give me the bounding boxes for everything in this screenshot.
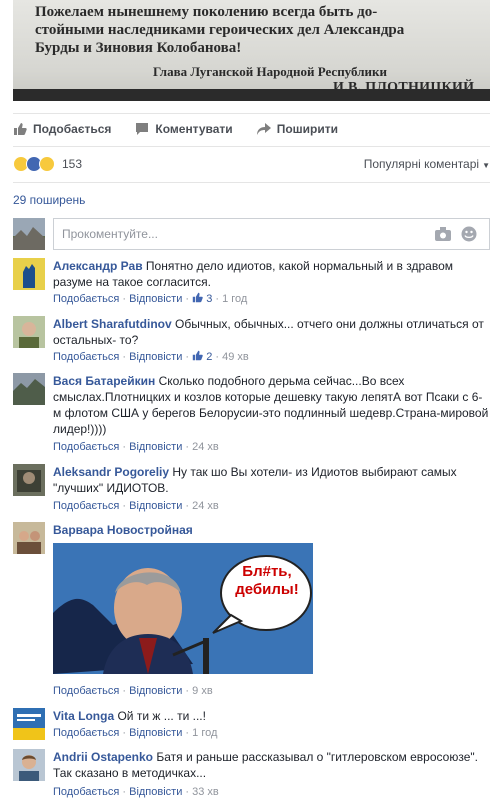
avatar[interactable] xyxy=(13,522,45,554)
comment-reply-link[interactable]: Відповісти xyxy=(129,500,182,512)
comment-body: Aleksandr Pogoreliy Ну так шо Вы хотели-… xyxy=(53,464,490,496)
comment-reply-link[interactable]: Відповісти xyxy=(129,727,182,739)
comment-likes-count[interactable]: 2 xyxy=(192,350,213,363)
comment-reply-link[interactable]: Відповісти xyxy=(129,786,182,798)
comment-sort-dropdown[interactable]: Популярні коментарі ▼ xyxy=(364,157,490,171)
comment-meta: Подобається · Відповісти · 1 год xyxy=(53,727,218,739)
comment-reply-link[interactable]: Відповісти xyxy=(129,685,182,697)
wow-reaction-icon[interactable] xyxy=(39,156,55,172)
comment-item: Andrii Ostapenko Батя и раньше рассказыв… xyxy=(13,749,490,802)
comment-time[interactable]: 1 год xyxy=(192,727,217,739)
comment-time[interactable]: 24 хв xyxy=(192,500,219,512)
comment-like-link[interactable]: Подобається xyxy=(53,727,119,739)
comment-time[interactable]: 9 хв xyxy=(192,685,213,697)
current-user-avatar[interactable] xyxy=(13,218,45,250)
comment-like-link[interactable]: Подобається xyxy=(53,351,119,363)
post-image-line-2: стойными наследниками героических дел Ал… xyxy=(35,22,405,38)
comment-input[interactable]: Прокоментуйте... xyxy=(53,218,490,250)
thumbs-up-icon xyxy=(192,292,203,303)
comment-icon xyxy=(136,123,149,135)
comment-body: Варвара Новостройная xyxy=(53,522,490,538)
comment-time[interactable]: 33 хв xyxy=(192,786,219,798)
comment-like-link[interactable]: Подобається xyxy=(53,293,119,305)
post-image-line-3: Бурды и Зиновия Колобанова! xyxy=(35,40,242,56)
comment-time[interactable]: 24 хв xyxy=(192,441,219,453)
comment-reply-link[interactable]: Відповісти xyxy=(129,441,182,453)
comment-meta: Подобається · Відповісти · 24 хв xyxy=(53,441,219,453)
comment-meta: Подобається · Відповісти · 3 · 1 год xyxy=(53,292,248,305)
avatar[interactable] xyxy=(13,708,45,740)
comment-item: Albert Sharafutdinov Обычных, обычных...… xyxy=(13,316,490,368)
comment-meta: Подобається · Відповісти · 33 хв xyxy=(53,786,219,798)
comment-author[interactable]: Варвара Новостройная xyxy=(53,523,193,537)
comment-composer: Прокоментуйте... xyxy=(13,218,490,250)
comment-likes-number: 2 xyxy=(206,351,213,363)
comment-sort-label: Популярні коментарі xyxy=(363,157,480,171)
post-image[interactable]: Пожелаем нынешнему поколению всегда быть… xyxy=(13,0,490,101)
comment-body: Вася Батарейкин Сколько подобного дерьма… xyxy=(53,373,490,437)
comment-item: Вася Батарейкин Сколько подобного дерьма… xyxy=(13,373,490,457)
comment-time[interactable]: 1 год xyxy=(222,293,247,305)
avatar[interactable] xyxy=(13,373,45,405)
comment-like-link[interactable]: Подобається xyxy=(53,441,119,453)
camera-icon[interactable] xyxy=(435,227,451,241)
post-image-bottom-edge xyxy=(13,89,490,101)
like-button[interactable]: Подобається xyxy=(13,116,111,142)
comment-body: Александр Рав Понятно дело идиотов, како… xyxy=(53,258,490,290)
comment-likes-count[interactable]: 3 xyxy=(192,292,213,305)
comment-like-link[interactable]: Подобається xyxy=(53,685,119,697)
comment-attached-image[interactable]: Бл#ть, дебилы! xyxy=(53,543,313,674)
comment-reply-link[interactable]: Відповісти xyxy=(129,351,182,363)
comment-meta: Подобається · Відповісти · 24 хв xyxy=(53,500,219,512)
share-button[interactable]: Поширити xyxy=(256,116,338,142)
comment-author[interactable]: Albert Sharafutdinov xyxy=(53,317,172,331)
comment-body: Vita Longa Ой ти ж ... ти ...! xyxy=(53,708,490,724)
comment-author[interactable]: Александр Рав xyxy=(53,259,143,273)
comment-meta: Подобається · Відповісти · 9 хв xyxy=(53,685,213,697)
reactions-row: 153 Популярні коментарі ▼ xyxy=(13,155,490,173)
thumbs-up-icon xyxy=(14,123,27,135)
meme-speech-bubble-text: Бл#ть, дебилы! xyxy=(235,563,299,598)
comment-button[interactable]: Коментувати xyxy=(135,116,233,142)
avatar[interactable] xyxy=(13,258,45,290)
avatar[interactable] xyxy=(13,749,45,781)
reactions-count[interactable]: 153 xyxy=(62,157,82,171)
smiley-icon[interactable] xyxy=(461,226,477,242)
comment-time[interactable]: 49 хв xyxy=(222,351,249,363)
avatar[interactable] xyxy=(13,464,45,496)
like-button-label: Подобається xyxy=(33,122,112,136)
shares-count-link[interactable]: 29 поширень xyxy=(13,193,85,207)
comment-body: Albert Sharafutdinov Обычных, обычных...… xyxy=(53,316,490,348)
comment-like-link[interactable]: Подобається xyxy=(53,786,119,798)
share-button-label: Поширити xyxy=(276,122,338,136)
comment-meta: Подобається · Відповісти · 2 · 49 хв xyxy=(53,350,249,363)
comment-input-placeholder: Прокоментуйте... xyxy=(62,227,158,241)
post-action-bar: Подобається Коментувати Поширити xyxy=(13,116,490,142)
comment-text: Ой ти ж ... ти ...! xyxy=(117,709,206,723)
caret-down-icon: ▼ xyxy=(482,161,490,170)
comment-author[interactable]: Вася Батарейкин xyxy=(53,374,155,388)
post-image-signature-title: Глава Луганской Народной Республики xyxy=(153,64,387,79)
comment-item: Vita Longa Ой ти ж ... ти ...! Подобаєть… xyxy=(13,708,490,746)
comment-button-label: Коментувати xyxy=(155,122,233,136)
comment-author[interactable]: Andrii Ostapenko xyxy=(53,750,153,764)
divider xyxy=(13,146,490,147)
thumbs-up-icon xyxy=(192,350,203,361)
share-arrow-icon xyxy=(256,123,271,135)
comment-author[interactable]: Vita Longa xyxy=(53,709,114,723)
comment-body: Andrii Ostapenko Батя и раньше рассказыв… xyxy=(53,749,490,781)
comment-like-link[interactable]: Подобається xyxy=(53,500,119,512)
divider xyxy=(13,113,490,114)
comment-reply-link[interactable]: Відповісти xyxy=(129,293,182,305)
post-image-line-1: Пожелаем нынешнему поколению всегда быть… xyxy=(35,4,378,20)
comment-item: Aleksandr Pogoreliy Ну так шо Вы хотели-… xyxy=(13,464,490,514)
avatar[interactable] xyxy=(13,316,45,348)
divider xyxy=(13,182,490,183)
comment-likes-number: 3 xyxy=(206,293,213,305)
comment-author[interactable]: Aleksandr Pogoreliy xyxy=(53,465,169,479)
comment-item: Александр Рав Понятно дело идиотов, како… xyxy=(13,258,490,310)
